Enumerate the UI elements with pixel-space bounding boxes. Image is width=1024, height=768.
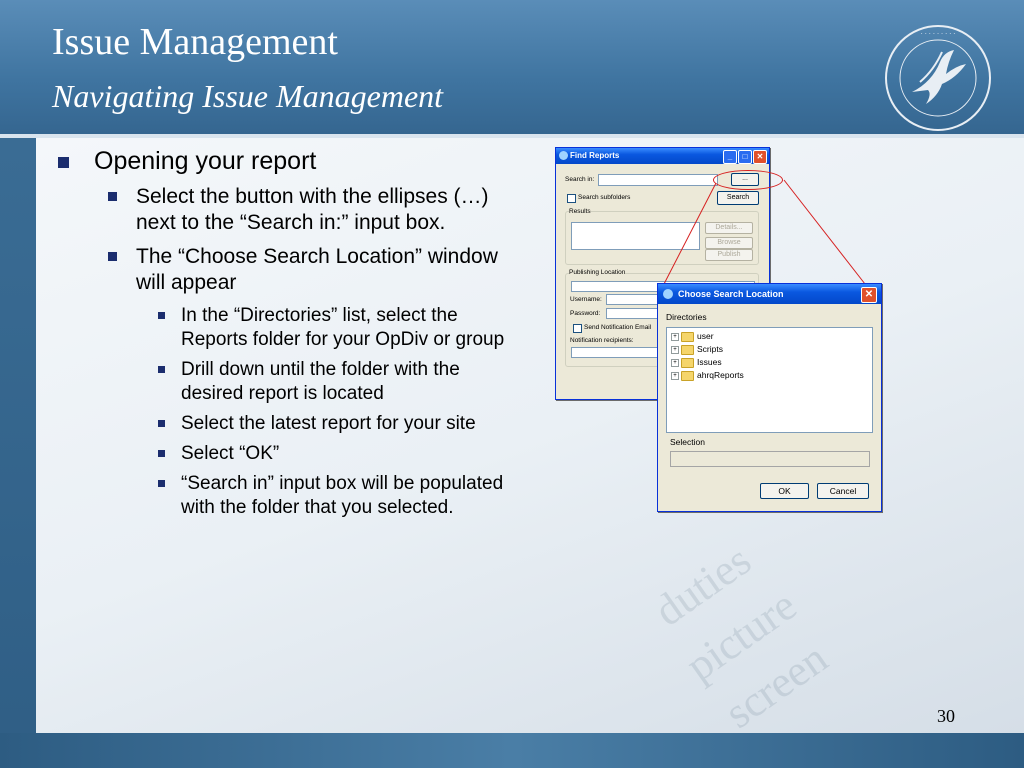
notification-recipients-label: Notification recipients: <box>570 337 634 344</box>
bullet-text: Select the button with the ellipses (…) … <box>136 185 489 234</box>
password-label: Password: <box>570 310 601 317</box>
page-number: 30 <box>937 706 955 726</box>
directories-tree[interactable]: + user + Scripts + Issues + ahrqReports <box>666 327 873 433</box>
expand-icon[interactable]: + <box>671 345 679 354</box>
selection-field[interactable] <box>670 451 870 467</box>
tree-item-scripts[interactable]: + Scripts <box>671 344 723 355</box>
bullet-level3: In the “Directories” list, select the Re… <box>56 304 516 352</box>
expand-icon[interactable]: + <box>671 332 679 341</box>
bullet-text: Drill down until the folder with the des… <box>181 359 460 404</box>
bullet-level3: “Search in” input box will be populated … <box>56 472 516 520</box>
browse-button[interactable]: Browse <box>705 237 753 249</box>
folder-label: ahrqReports <box>697 370 744 380</box>
tree-item-issues[interactable]: + Issues <box>671 357 722 368</box>
search-button[interactable]: Search <box>717 191 759 205</box>
maximize-icon[interactable]: □ <box>738 150 752 164</box>
directories-label: Directories <box>666 312 707 322</box>
username-label: Username: <box>570 296 602 303</box>
bullet-marker <box>158 450 165 457</box>
folder-icon <box>681 331 694 342</box>
bullet-text: Select the latest report for your site <box>181 413 476 434</box>
slide-subtitle: Navigating Issue Management <box>52 78 444 114</box>
folder-label: user <box>697 331 714 341</box>
expand-icon[interactable]: + <box>671 371 679 380</box>
folder-icon <box>681 357 694 368</box>
app-icon <box>559 151 568 160</box>
details-button[interactable]: Details... <box>705 222 753 234</box>
window-title: Find Reports <box>570 151 620 160</box>
send-notification-label: Send Notification Email <box>584 324 652 331</box>
bullet-marker <box>158 366 165 373</box>
bullet-level2: The “Choose Search Location” window will… <box>56 244 516 296</box>
bottom-band <box>0 733 1024 768</box>
bullet-text: The “Choose Search Location” window will… <box>136 245 498 294</box>
choose-location-titlebar: Choose Search Location ✕ <box>658 284 881 304</box>
bullet-marker <box>158 312 165 319</box>
tree-item-ahrqreports[interactable]: + ahrqReports <box>671 370 744 381</box>
bullet-level3: Select “OK” <box>56 442 516 466</box>
cancel-button[interactable]: Cancel <box>817 483 869 499</box>
send-notification-checkbox[interactable] <box>573 324 582 333</box>
search-subfolders-checkbox[interactable] <box>567 194 576 203</box>
folder-label: Scripts <box>697 344 723 354</box>
folder-icon <box>681 370 694 381</box>
folder-label: Issues <box>697 357 722 367</box>
left-band <box>0 138 36 768</box>
selection-label: Selection <box>670 437 705 447</box>
app-icon <box>663 289 673 299</box>
search-subfolders-label: Search subfolders <box>578 194 631 201</box>
highlight-ring <box>713 170 783 190</box>
search-in-input[interactable] <box>598 174 718 186</box>
close-icon[interactable]: ✕ <box>753 150 767 164</box>
results-label: Results <box>569 208 591 215</box>
bullet-text: In the “Directories” list, select the Re… <box>181 305 505 350</box>
folder-icon <box>681 344 694 355</box>
bullet-marker <box>158 420 165 427</box>
bullet-level3: Select the latest report for your site <box>56 412 516 436</box>
window-title: Choose Search Location <box>678 289 784 299</box>
slide-title: Issue Management <box>52 21 338 63</box>
bullet-marker <box>58 157 69 168</box>
close-icon[interactable]: ✕ <box>861 287 877 303</box>
expand-icon[interactable]: + <box>671 358 679 367</box>
bullet-level3: Drill down until the folder with the des… <box>56 358 516 406</box>
search-in-label: Search in: <box>565 176 595 183</box>
bullet-level1: Opening your report <box>56 146 516 176</box>
results-list[interactable] <box>571 222 700 250</box>
bullet-text: Select “OK” <box>181 443 280 464</box>
publishing-location-label: Publishing Location <box>569 269 626 276</box>
bullet-marker <box>108 192 117 201</box>
tree-item-user[interactable]: + user <box>671 331 714 342</box>
find-reports-titlebar: Find Reports _ □ ✕ <box>556 148 769 164</box>
bullet-marker <box>158 480 165 487</box>
publish-button[interactable]: Publish <box>705 249 753 261</box>
hhs-seal-logo: · · · · · · · · · <box>885 25 991 131</box>
bullet-marker <box>108 252 117 261</box>
bullet-level2: Select the button with the ellipses (…) … <box>56 184 516 236</box>
bullet-text: “Search in” input box will be populated … <box>181 473 504 518</box>
bullet-list: Opening your report Select the button wi… <box>56 146 516 526</box>
minimize-icon[interactable]: _ <box>723 150 737 164</box>
choose-search-location-window: Choose Search Location ✕ Directories + us… <box>657 283 882 512</box>
svg-text:· · · · · · · · ·: · · · · · · · · · <box>921 30 956 38</box>
ok-button[interactable]: OK <box>760 483 809 499</box>
bullet-text: Opening your report <box>94 147 317 175</box>
